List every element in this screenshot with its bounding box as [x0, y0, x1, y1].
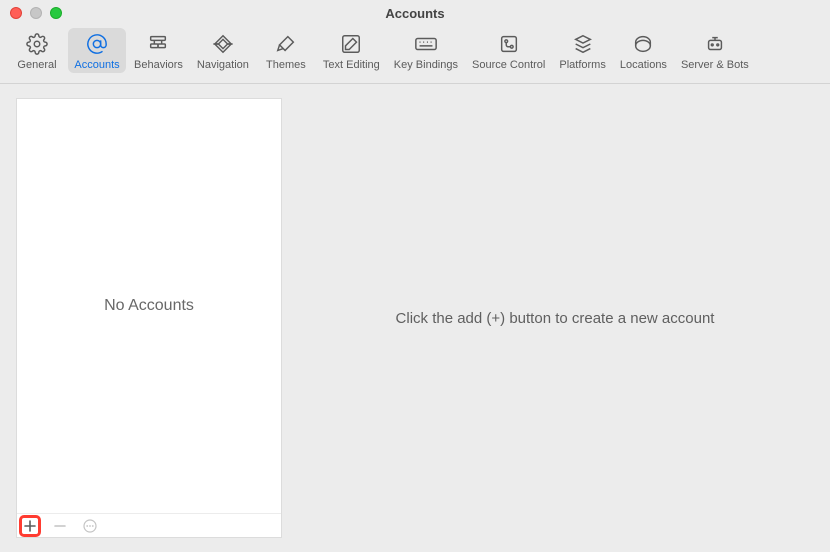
remove-account-button[interactable] [51, 517, 69, 535]
minus-icon [54, 520, 66, 532]
plus-icon [24, 520, 36, 532]
toolbar-item-navigation[interactable]: Navigation [191, 28, 255, 73]
detail-pane: Click the add (+) button to create a new… [282, 98, 828, 538]
traffic-lights [10, 7, 62, 19]
window-title: Accounts [10, 6, 820, 21]
source-control-icon [498, 32, 520, 56]
close-window-button[interactable] [10, 7, 22, 19]
no-accounts-label: No Accounts [104, 297, 194, 315]
toolbar-item-behaviors[interactable]: Behaviors [128, 28, 189, 73]
accounts-list: No Accounts [17, 99, 281, 513]
robot-icon [704, 32, 726, 56]
paintbrush-icon [275, 32, 297, 56]
toolbar-item-label: Key Bindings [394, 59, 458, 71]
toolbar-item-label: Text Editing [323, 59, 380, 71]
toolbar-item-label: Source Control [472, 59, 545, 71]
toolbar-item-accounts[interactable]: Accounts [68, 28, 126, 73]
minimize-window-button[interactable] [30, 7, 42, 19]
toolbar-item-locations[interactable]: Locations [614, 28, 673, 73]
at-icon [86, 32, 108, 56]
navigation-icon [212, 32, 234, 56]
ellipsis-circle-icon [83, 519, 97, 533]
locations-icon [632, 32, 654, 56]
toolbar-item-key-bindings[interactable]: Key Bindings [388, 28, 464, 73]
toolbar-item-platforms[interactable]: Platforms [553, 28, 611, 73]
platforms-icon [572, 32, 594, 56]
toolbar-item-text-editing[interactable]: Text Editing [317, 28, 386, 73]
titlebar: Accounts [0, 0, 830, 26]
toolbar-item-general[interactable]: General [8, 28, 66, 73]
toolbar-item-label: Themes [266, 59, 306, 71]
toolbar-item-label: General [17, 59, 56, 71]
detail-hint: Click the add (+) button to create a new… [396, 310, 715, 327]
toolbar-item-label: Accounts [74, 59, 119, 71]
gear-icon [26, 32, 48, 56]
accounts-sidebar: No Accounts [16, 98, 282, 538]
behaviors-icon [147, 32, 169, 56]
maximize-window-button[interactable] [50, 7, 62, 19]
toolbar-item-themes[interactable]: Themes [257, 28, 315, 73]
preferences-toolbar: General Accounts Behaviors Navigation Th… [0, 26, 830, 84]
toolbar-item-label: Navigation [197, 59, 249, 71]
text-editing-icon [340, 32, 362, 56]
toolbar-item-server-bots[interactable]: Server & Bots [675, 28, 755, 73]
account-actions-button[interactable] [81, 517, 99, 535]
toolbar-item-source-control[interactable]: Source Control [466, 28, 551, 73]
sidebar-footer [17, 513, 281, 537]
add-account-button[interactable] [21, 517, 39, 535]
toolbar-item-label: Behaviors [134, 59, 183, 71]
toolbar-item-label: Locations [620, 59, 667, 71]
content-area: No Accounts Click the add (+) button to … [0, 84, 830, 552]
toolbar-item-label: Platforms [559, 59, 605, 71]
keyboard-icon [414, 32, 438, 56]
toolbar-item-label: Server & Bots [681, 59, 749, 71]
